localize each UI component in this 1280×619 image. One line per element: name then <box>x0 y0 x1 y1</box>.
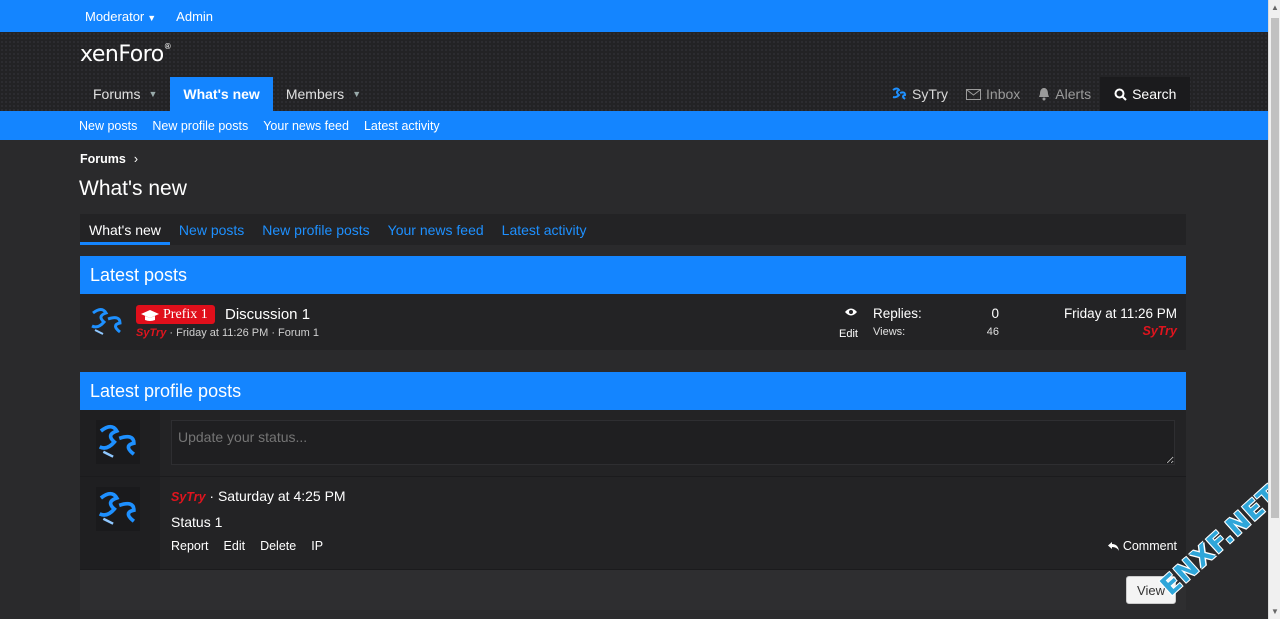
sub-nav: New posts New profile posts Your news fe… <box>0 111 1268 140</box>
subnav-new-posts[interactable]: New posts <box>79 119 137 133</box>
moderator-menu[interactable]: Moderator ▼ <box>85 9 156 24</box>
view-button-label: View <box>1137 582 1165 598</box>
status-input[interactable] <box>171 420 1175 465</box>
breadcrumb: Forums › <box>80 152 138 166</box>
search-icon <box>1114 88 1127 101</box>
latest-profile-posts-title: Latest profile posts <box>90 380 242 401</box>
profile-posts-footer: View <box>80 570 1186 610</box>
page-title: What's new <box>79 177 187 200</box>
tab-latest-activity[interactable]: Latest activity <box>493 214 596 245</box>
thread-meta: SyTry · Friday at 11:26 PM · Forum 1 <box>136 327 319 339</box>
eye-icon[interactable] <box>844 307 858 317</box>
account-link[interactable]: SyTry <box>882 77 957 111</box>
nav-tab-whats-new[interactable]: What's new <box>170 77 273 111</box>
nav-tab-label: Forums <box>93 86 141 102</box>
breadcrumb-forums[interactable]: Forums <box>80 152 126 166</box>
alerts-label: Alerts <box>1055 86 1092 102</box>
chevron-down-icon[interactable]: ▼ <box>148 89 157 99</box>
caret-down-icon: ▼ <box>147 12 157 23</box>
nav-tab-label: Members <box>285 86 345 102</box>
views-label: Views: <box>873 326 906 338</box>
staff-bar: Moderator ▼ Admin <box>0 0 1268 32</box>
ip-link[interactable]: IP <box>311 539 323 553</box>
chevron-down-icon[interactable]: ▼ <box>352 89 361 99</box>
inbox-link[interactable]: Inbox <box>957 77 1029 111</box>
comment-label: Comment <box>1122 539 1177 553</box>
scroll-up-arrow-icon[interactable]: ▲ <box>1271 3 1279 12</box>
trademark-icon: ® <box>163 42 172 51</box>
thread-title[interactable]: Discussion 1 <box>225 306 310 323</box>
profile-post-text: Status 1 <box>171 514 223 530</box>
scrollbar-thumb[interactable] <box>1271 18 1279 518</box>
delete-link[interactable]: Delete <box>260 539 296 553</box>
chevron-right-icon: › <box>133 152 139 166</box>
replies-label: Replies: <box>873 306 922 321</box>
page-scrollbar[interactable]: ▲ ▼ <box>1268 0 1280 619</box>
admin-link[interactable]: Admin <box>176 9 213 24</box>
graduation-cap-icon <box>141 309 159 321</box>
bell-icon <box>1039 88 1050 101</box>
profile-post-author[interactable]: SyTry <box>171 490 206 504</box>
alerts-link[interactable]: Alerts <box>1029 77 1100 111</box>
reply-icon <box>1107 541 1119 551</box>
last-post-date[interactable]: Friday at 11:26 PM <box>1064 306 1177 321</box>
replies-count: 0 <box>991 306 999 321</box>
user-avatar-icon <box>892 87 907 100</box>
profile-post-header: SyTry · Saturday at 4:25 PM <box>171 488 346 504</box>
tab-new-posts[interactable]: New posts <box>170 214 253 245</box>
latest-profile-posts-body: SyTry · Saturday at 4:25 PM Status 1 Rep… <box>80 410 1186 570</box>
site-logo[interactable]: xenForo® <box>80 42 172 67</box>
logo-xen: xen <box>80 42 119 67</box>
views-count: 46 <box>986 326 999 338</box>
avatar[interactable] <box>96 487 140 531</box>
latest-posts-heading[interactable]: Latest posts <box>80 256 1186 294</box>
thread-author[interactable]: SyTry <box>136 327 166 339</box>
status-update-row <box>80 410 1186 477</box>
profile-post-time[interactable]: · Saturday at 4:25 PM <box>206 488 345 504</box>
thread-edit-link[interactable]: Edit <box>839 328 858 340</box>
profile-post-row: SyTry · Saturday at 4:25 PM Status 1 Rep… <box>80 477 1186 570</box>
comment-link[interactable]: Comment <box>1107 539 1177 553</box>
inbox-icon <box>966 89 982 100</box>
profile-post-actions: Report Edit Delete IP <box>171 539 323 553</box>
thread-row: Prefix 1 Discussion 1 SyTry · Friday at … <box>80 294 1186 351</box>
subnav-news-feed[interactable]: Your news feed <box>263 119 349 133</box>
subnav-new-profile-posts[interactable]: New profile posts <box>152 119 248 133</box>
thread-prefix[interactable]: Prefix 1 <box>136 305 215 324</box>
avatar[interactable] <box>89 304 125 340</box>
content-tabs: What's new New posts New profile posts Y… <box>80 214 1186 245</box>
nav-tab-members[interactable]: Members ▼ <box>273 77 374 111</box>
tab-news-feed[interactable]: Your news feed <box>379 214 493 245</box>
scroll-down-arrow-icon[interactable]: ▼ <box>1271 607 1279 616</box>
tab-new-profile-posts[interactable]: New profile posts <box>253 214 378 245</box>
avatar[interactable] <box>96 420 140 464</box>
search-label: Search <box>1132 86 1177 102</box>
latest-posts-title: Latest posts <box>90 264 188 285</box>
last-post-user[interactable]: SyTry <box>1142 324 1177 338</box>
nav-tab-forums[interactable]: Forums ▼ <box>80 77 170 111</box>
subnav-latest-activity[interactable]: Latest activity <box>364 119 440 133</box>
site-header: xenForo® Forums ▼ What's new Members ▼ SyT… <box>0 32 1268 111</box>
inbox-label: Inbox <box>986 86 1021 102</box>
thread-meta-text: · Friday at 11:26 PM · Forum 1 <box>166 327 319 339</box>
main-nav: Forums ▼ What's new Members ▼ <box>80 77 374 111</box>
latest-profile-posts-heading[interactable]: Latest profile posts <box>80 372 1186 410</box>
tab-whats-new[interactable]: What's new <box>80 214 170 245</box>
moderator-label: Moderator <box>85 8 145 24</box>
view-button[interactable]: View <box>1126 576 1176 604</box>
report-link[interactable]: Report <box>171 539 209 553</box>
account-username: SyTry <box>912 86 949 102</box>
nav-tab-label: What's new <box>183 86 260 102</box>
latest-posts-body: Prefix 1 Discussion 1 SyTry · Friday at … <box>80 294 1186 350</box>
prefix-label: Prefix 1 <box>163 307 208 322</box>
user-nav: SyTry Inbox Alerts Search <box>882 77 1191 111</box>
edit-link[interactable]: Edit <box>224 539 246 553</box>
logo-foro: Foro <box>118 42 164 67</box>
search-button[interactable]: Search <box>1100 77 1191 111</box>
